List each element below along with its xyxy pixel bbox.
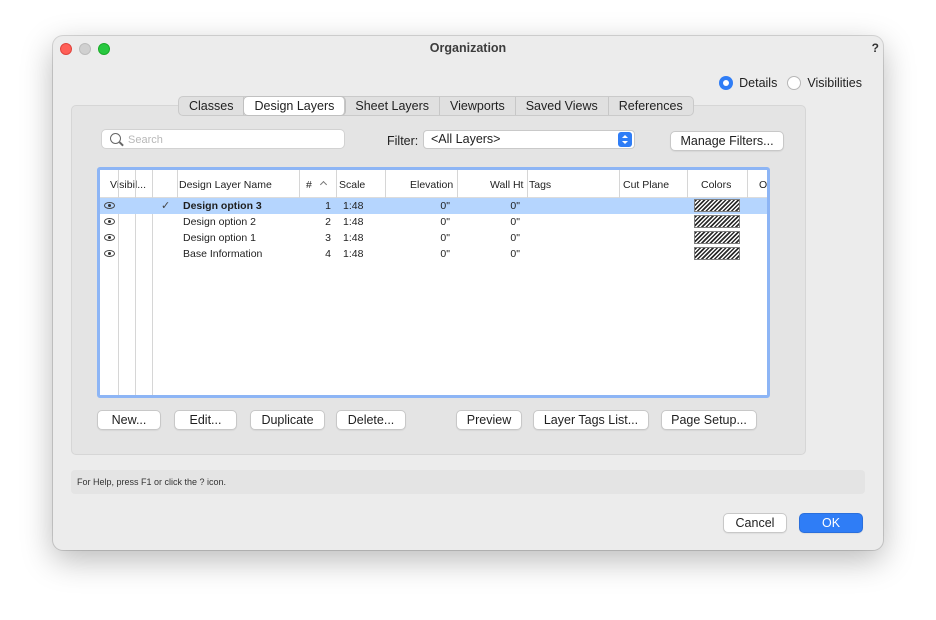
help-hint-bar: For Help, press F1 or click the ? icon. xyxy=(71,470,865,494)
layer-name: Design option 2 xyxy=(183,216,256,228)
layer-wall-ht: 0" xyxy=(510,248,520,260)
tab-bar: Classes Design Layers Sheet Layers Viewp… xyxy=(178,96,694,116)
layer-wall-ht: 0" xyxy=(510,200,520,212)
column-divider xyxy=(457,170,458,198)
column-header-colors[interactable]: Colors xyxy=(701,179,731,191)
layer-name: Base Information xyxy=(183,248,263,260)
edit-layer-button[interactable]: Edit... xyxy=(174,410,237,430)
search-field[interactable] xyxy=(101,129,345,149)
column-divider xyxy=(747,170,748,198)
column-divider xyxy=(385,170,386,198)
chevron-up-down-icon xyxy=(618,132,632,147)
help-icon[interactable]: ? xyxy=(872,41,879,55)
layer-number: 1 xyxy=(325,200,331,212)
tab-viewports[interactable]: Viewports xyxy=(440,97,516,115)
visibilities-radio-label[interactable]: Visibilities xyxy=(807,76,862,90)
visibilities-radio[interactable] xyxy=(787,76,802,90)
table-row[interactable]: Design option 2 2 1:48 0" 0" xyxy=(100,214,767,230)
cancel-button[interactable]: Cancel xyxy=(723,513,787,533)
view-mode-radio-group: Details Visibilities xyxy=(719,76,862,90)
layer-scale: 1:48 xyxy=(343,200,364,212)
column-header-elevation[interactable]: Elevation xyxy=(410,179,453,191)
layer-elevation: 0" xyxy=(440,232,450,244)
manage-filters-button[interactable]: Manage Filters... xyxy=(670,131,784,151)
table-row[interactable]: Design option 1 3 1:48 0" 0" xyxy=(100,230,767,246)
tab-classes[interactable]: Classes xyxy=(179,97,245,115)
column-divider xyxy=(687,170,688,198)
eye-icon[interactable] xyxy=(104,250,115,257)
layer-elevation: 0" xyxy=(440,216,450,228)
ok-button[interactable]: OK xyxy=(799,513,863,533)
layer-color-swatch[interactable] xyxy=(694,247,740,260)
column-header-layer-name[interactable]: Design Layer Name xyxy=(179,179,272,191)
table-row[interactable]: ✓ Design option 3 1 1:48 0" 0" xyxy=(100,198,767,214)
column-divider xyxy=(619,170,620,198)
column-header-number[interactable]: # xyxy=(306,179,312,191)
layer-name: Design option 1 xyxy=(183,232,256,244)
delete-layer-button[interactable]: Delete... xyxy=(336,410,406,430)
duplicate-layer-button[interactable]: Duplicate xyxy=(250,410,325,430)
layer-scale: 1:48 xyxy=(343,232,364,244)
column-header-scale[interactable]: Scale xyxy=(339,179,365,191)
column-header-cut-plane[interactable]: Cut Plane xyxy=(623,179,669,191)
layer-wall-ht: 0" xyxy=(510,232,520,244)
active-layer-checkmark-icon: ✓ xyxy=(161,200,171,212)
layer-name: Design option 3 xyxy=(183,200,262,212)
column-divider xyxy=(299,170,300,198)
search-icon xyxy=(110,133,121,144)
layer-number: 2 xyxy=(325,216,331,228)
layer-color-swatch[interactable] xyxy=(694,199,740,212)
tab-design-layers[interactable]: Design Layers xyxy=(244,97,346,115)
layer-color-swatch[interactable] xyxy=(694,215,740,228)
filter-label: Filter: xyxy=(387,134,419,148)
preview-button[interactable]: Preview xyxy=(456,410,522,430)
table-header: Visibil... Design Layer Name # Scale Ele… xyxy=(100,170,767,198)
layer-elevation: 0" xyxy=(440,248,450,260)
eye-icon[interactable] xyxy=(104,234,115,241)
layer-scale: 1:48 xyxy=(343,216,364,228)
column-divider xyxy=(527,170,528,198)
window-title: Organization xyxy=(429,41,507,55)
sort-ascending-icon xyxy=(319,180,328,189)
layer-tags-list-button[interactable]: Layer Tags List... xyxy=(533,410,649,430)
filter-selected-value: <All Layers> xyxy=(431,132,501,146)
layer-number: 3 xyxy=(325,232,331,244)
organization-dialog: Organization ? Details Visibilities Clas… xyxy=(53,36,883,550)
title-bar: Organization ? xyxy=(53,36,883,62)
column-header-tags[interactable]: Tags xyxy=(529,179,551,191)
column-divider xyxy=(177,170,178,198)
page-setup-button[interactable]: Page Setup... xyxy=(661,410,757,430)
design-layers-table: Visibil... Design Layer Name # Scale Ele… xyxy=(97,167,770,398)
layer-scale: 1:48 xyxy=(343,248,364,260)
column-header-wall-ht[interactable]: Wall Ht xyxy=(490,179,523,191)
details-radio[interactable] xyxy=(719,76,734,90)
layer-elevation: 0" xyxy=(440,200,450,212)
tab-references[interactable]: References xyxy=(609,97,693,115)
table-row[interactable]: Base Information 4 1:48 0" 0" xyxy=(100,246,767,262)
details-radio-label[interactable]: Details xyxy=(739,76,777,90)
column-divider xyxy=(336,170,337,198)
filter-select[interactable]: <All Layers> xyxy=(423,130,635,149)
eye-icon[interactable] xyxy=(104,202,115,209)
new-layer-button[interactable]: New... xyxy=(97,410,161,430)
column-header-visibility[interactable]: Visibil... xyxy=(110,179,146,191)
layer-wall-ht: 0" xyxy=(510,216,520,228)
layer-color-swatch[interactable] xyxy=(694,231,740,244)
column-header-opacity[interactable]: O xyxy=(759,179,767,191)
eye-icon[interactable] xyxy=(104,218,115,225)
search-input[interactable] xyxy=(128,132,338,147)
layer-number: 4 xyxy=(325,248,331,260)
tab-sheet-layers[interactable]: Sheet Layers xyxy=(345,97,441,115)
tab-saved-views[interactable]: Saved Views xyxy=(516,97,609,115)
